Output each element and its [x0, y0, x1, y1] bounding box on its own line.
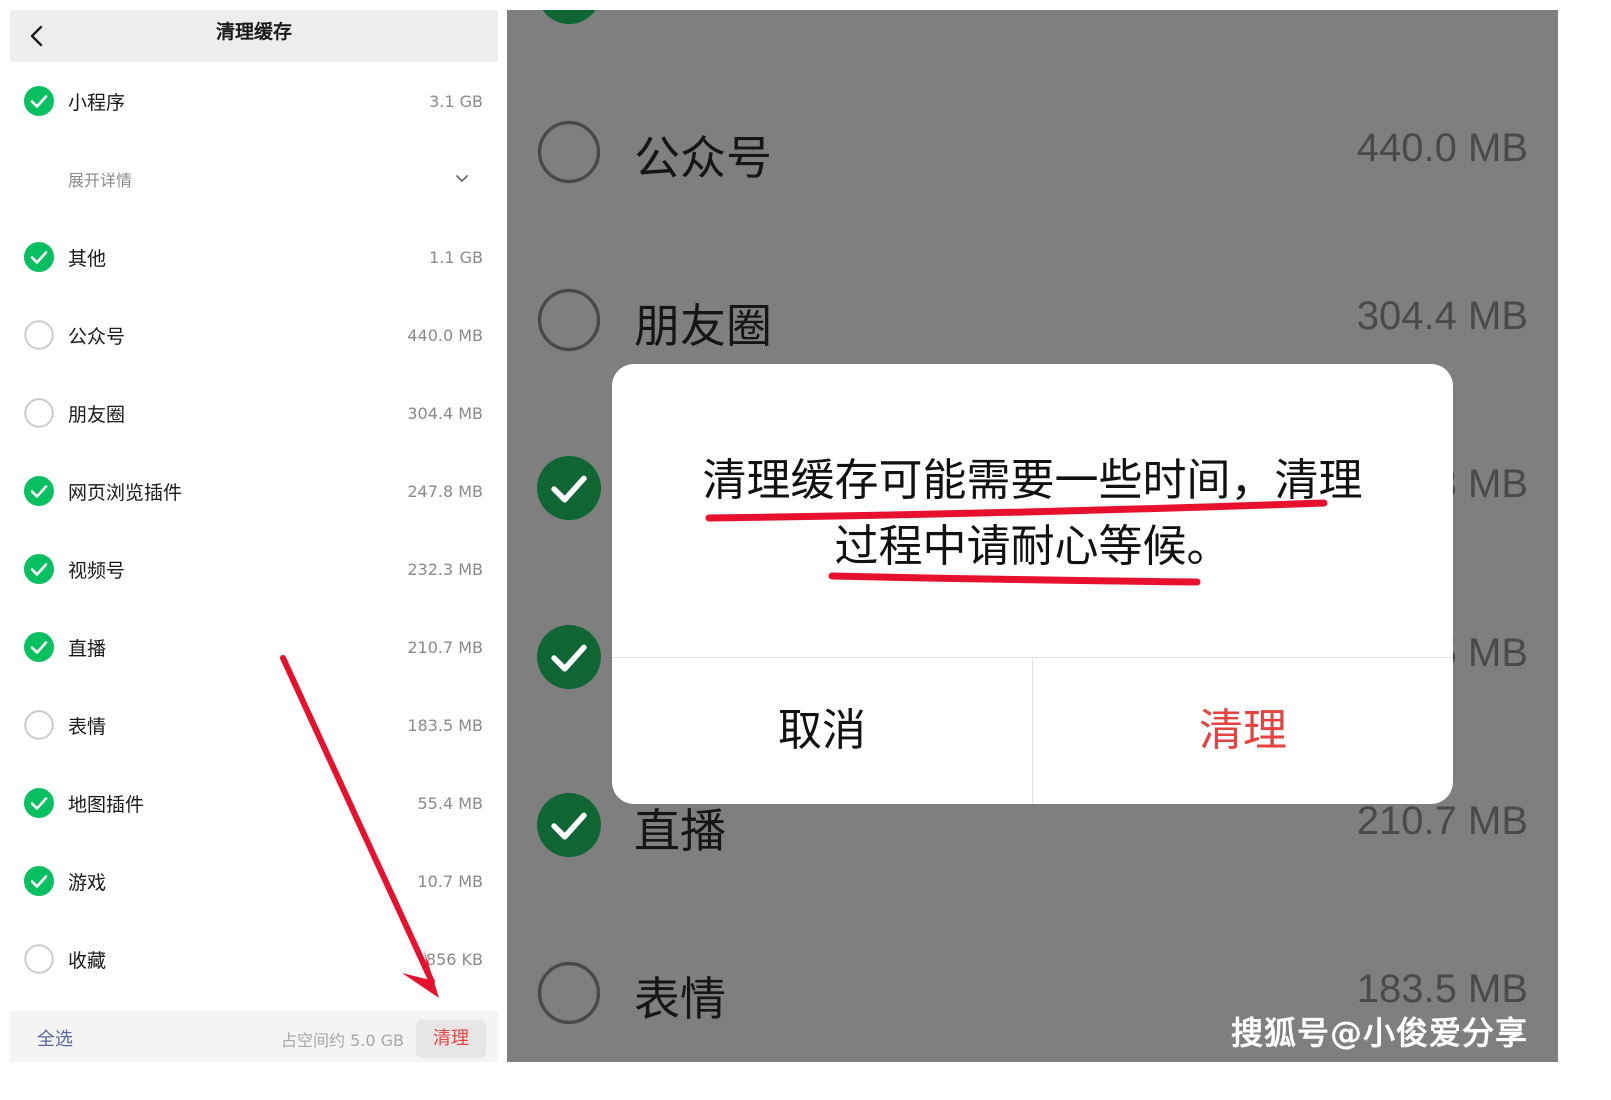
empty-circle-icon[interactable]: [537, 961, 601, 1025]
item-label: 表情: [68, 715, 107, 738]
check-circle-icon[interactable]: [24, 476, 54, 506]
item-label: 朋友圈: [68, 403, 126, 426]
chevron-down-icon[interactable]: [454, 171, 470, 187]
check-circle-icon[interactable]: [24, 86, 54, 116]
item-label: 其他: [68, 247, 107, 270]
check-circle-icon[interactable]: [537, 793, 601, 857]
list-item[interactable]: 朋友圈 304.4 MB: [507, 260, 1558, 380]
check-circle-icon[interactable]: [537, 456, 601, 520]
expand-details-row[interactable]: 展开详情: [10, 140, 498, 218]
list-item[interactable]: 收藏 856 KB: [10, 920, 498, 998]
item-size: 440.0 MB: [1356, 126, 1528, 170]
cache-list-screen: 清理缓存 小程序 3.1 GB 展开详情其他 1.1 GB 公众号 440.0 MB 朋友圈…: [10, 10, 498, 1062]
confirm-clear-button[interactable]: 清理: [1033, 658, 1453, 804]
confirm-dialog: 清理缓存可能需要一些时间，清理 过程中请耐心等候。 取消 清理: [612, 364, 1453, 804]
item-size: 440.0 MB: [407, 325, 483, 345]
list-item[interactable]: 小程序 3.1 GB: [10, 62, 498, 140]
expand-details-label: 展开详情: [68, 171, 133, 190]
item-size: 856 KB: [425, 949, 483, 969]
item-label: 收藏: [68, 949, 107, 972]
item-size: 183.5 MB: [1356, 967, 1528, 1011]
empty-circle-icon[interactable]: [537, 288, 601, 352]
item-label: 小程序: [68, 91, 126, 114]
list-item[interactable]: 公众号 440.0 MB: [10, 296, 498, 374]
dialog-message: 清理缓存可能需要一些时间，清理 过程中请耐心等候。: [672, 448, 1393, 580]
item-label: 公众号: [68, 325, 126, 348]
check-circle-icon: [542, 10, 596, 24]
item-label: 表情: [634, 972, 726, 1026]
empty-circle-icon[interactable]: [24, 398, 54, 428]
nav-bar: 清理缓存: [10, 10, 498, 62]
space-used-text: 占空间约 5.0 GB: [281, 1031, 404, 1050]
list-item[interactable]: 朋友圈 304.4 MB: [10, 374, 498, 452]
list-item[interactable]: 直播 210.7 MB: [10, 608, 498, 686]
list-item[interactable]: 其他 1.1 GB: [10, 218, 498, 296]
item-size: 55.4 MB: [417, 793, 484, 813]
check-circle-icon[interactable]: [24, 866, 54, 896]
footer-bar: 全选 占空间约 5.0 GB 清理: [10, 1011, 498, 1062]
list-item[interactable]: 视频号 232.3 MB: [10, 530, 498, 608]
page-title: 清理缓存: [215, 21, 292, 43]
clear-button[interactable]: 清理: [416, 1020, 486, 1058]
item-label: 网页浏览插件: [68, 481, 183, 504]
list-item[interactable]: 表情 183.5 MB: [10, 686, 498, 764]
item-label: 公众号: [634, 131, 772, 185]
check-circle-icon[interactable]: [24, 788, 54, 818]
cache-category-list: 小程序 3.1 GB 展开详情其他 1.1 GB 公众号 440.0 MB 朋友圈 304.4…: [10, 62, 498, 998]
dialog-message-line-1: 清理缓存可能需要一些时间，清理: [702, 455, 1363, 506]
item-size: 183.5 MB: [407, 715, 483, 735]
item-size: 210.7 MB: [1356, 799, 1528, 843]
zoomed-dialog-screen: 公众号 440.0 MB 朋友圈 304.4 MB 3 MB 5 MB 直播 210.7 MB…: [507, 10, 1558, 1062]
empty-circle-icon[interactable]: [24, 320, 54, 350]
item-label: 地图插件: [68, 793, 145, 816]
check-circle-icon[interactable]: [24, 632, 54, 662]
list-item[interactable]: 游戏 10.7 MB: [10, 842, 498, 920]
empty-circle-icon[interactable]: [537, 120, 601, 184]
dialog-message-line-2: 过程中请耐心等候。: [834, 521, 1231, 572]
watermark: 搜狐号@小俊爱分享: [1230, 1014, 1528, 1052]
cancel-button[interactable]: 取消: [612, 658, 1032, 804]
item-size: 10.7 MB: [417, 871, 484, 891]
empty-circle-icon[interactable]: [24, 944, 54, 974]
item-label: 直播: [68, 637, 107, 660]
item-size: 1.1 GB: [429, 247, 483, 267]
check-circle-icon[interactable]: [24, 554, 54, 584]
item-size: 3.1 GB: [429, 91, 483, 111]
list-item[interactable]: 地图插件 55.4 MB: [10, 764, 498, 842]
check-circle-icon[interactable]: [537, 625, 601, 689]
list-item[interactable]: 公众号 440.0 MB: [507, 92, 1558, 212]
item-label: 朋友圈: [634, 299, 772, 353]
item-label: 直播: [634, 804, 726, 858]
item-size: 232.3 MB: [407, 559, 483, 579]
item-size: 304.4 MB: [1356, 294, 1528, 338]
list-item[interactable]: 网页浏览插件 247.8 MB: [10, 452, 498, 530]
check-circle-icon[interactable]: [24, 242, 54, 272]
empty-circle-icon[interactable]: [24, 710, 54, 740]
item-size: 304.4 MB: [407, 403, 483, 423]
item-size: 210.7 MB: [407, 637, 483, 657]
item-size: 247.8 MB: [407, 481, 483, 501]
item-label: 游戏: [68, 871, 107, 894]
select-all-button[interactable]: 全选: [37, 1025, 73, 1051]
item-label: 视频号: [68, 559, 126, 582]
